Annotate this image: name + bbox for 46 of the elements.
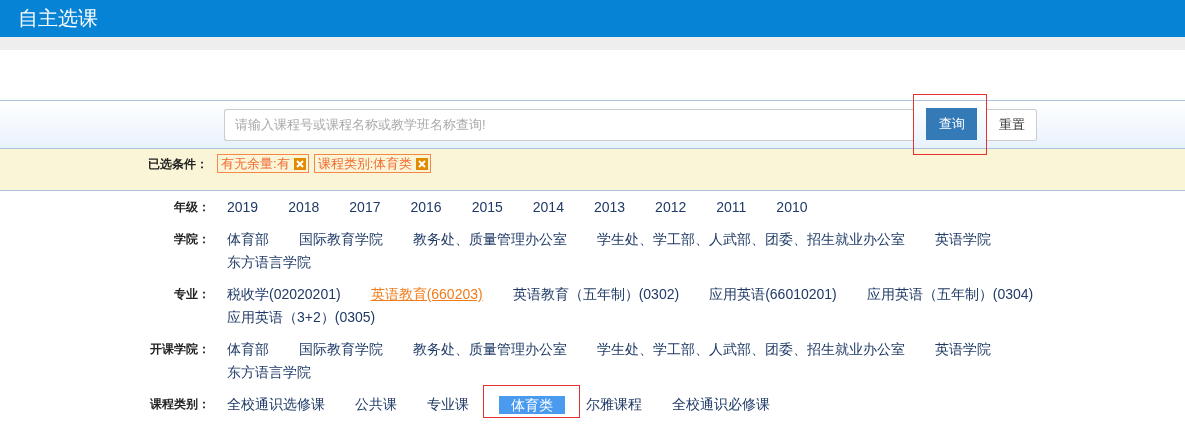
filter-option[interactable]: 2012 xyxy=(655,196,687,219)
filter-option[interactable]: 全校通识必修课 xyxy=(672,393,770,416)
filter-label: 专业： xyxy=(173,286,210,303)
filter-option[interactable]: 应用英语（五年制）(0304) xyxy=(866,283,1034,306)
close-icon[interactable] xyxy=(416,157,429,170)
filter-option[interactable]: 2016 xyxy=(410,196,442,219)
filter-option[interactable]: 教务处、质量管理办公室 xyxy=(413,338,567,361)
filter-option[interactable]: 2019 xyxy=(227,196,259,219)
search-button[interactable]: 查询 xyxy=(926,108,977,140)
filter-option[interactable]: 英语学院 xyxy=(935,338,991,361)
filter-option[interactable]: 税收学(02020201) xyxy=(227,283,341,306)
filter-option[interactable]: 应用英语（3+2）(0305) xyxy=(227,306,376,329)
filter-option[interactable]: 体育部 xyxy=(227,228,269,251)
filter-option[interactable]: 英语学院 xyxy=(935,228,991,251)
filter-option[interactable]: 2017 xyxy=(349,196,381,219)
filter-option[interactable]: 教务处、质量管理办公室 xyxy=(413,228,567,251)
filter-option[interactable]: 2013 xyxy=(593,196,626,219)
filter-option[interactable]: 2011 xyxy=(716,196,747,219)
search-field[interactable]: 请输入课程号或课程名称或教学班名称查询! xyxy=(224,108,913,141)
filter-label: 年级： xyxy=(173,199,210,216)
filter-label: 开课学院： xyxy=(149,341,210,358)
filter-option[interactable]: 公共课 xyxy=(355,393,397,416)
filter-option[interactable]: 2010 xyxy=(776,196,808,219)
filter-option[interactable]: 尔雅课程 xyxy=(586,393,642,416)
chip-label: 课程类别:体育类 xyxy=(317,154,413,173)
filter-option[interactable]: 东方语言学院 xyxy=(227,251,311,274)
filter-label: 学院： xyxy=(173,231,210,248)
filter-option[interactable]: 2015 xyxy=(471,196,503,219)
filter-option[interactable]: 学生处、学工部、人武部、团委、招生就业办公室 xyxy=(597,338,905,361)
filter-option[interactable]: 体育部 xyxy=(227,338,269,361)
reset-button[interactable]: 重置 xyxy=(987,108,1037,141)
filter-option[interactable]: 国际教育学院 xyxy=(299,228,383,251)
filter-label: 已选条件： xyxy=(148,156,209,173)
filter-option[interactable]: 应用英语(66010201) xyxy=(709,283,837,306)
filter-label: 课程类别： xyxy=(149,396,210,413)
filter-option[interactable]: 2018 xyxy=(288,196,320,219)
filter-option[interactable]: 学生处、学工部、人武部、团委、招生就业办公室 xyxy=(597,228,905,251)
filter-option[interactable]: 英语教育（五年制）(0302) xyxy=(512,283,680,306)
page-title: 自主选课 xyxy=(18,6,98,31)
close-icon[interactable] xyxy=(293,157,306,170)
filter-option[interactable]: 东方语言学院 xyxy=(227,361,311,384)
filter-option[interactable]: 国际教育学院 xyxy=(299,338,383,361)
filter-option[interactable]: 全校通识选修课 xyxy=(227,393,325,416)
filter-option[interactable]: 2014 xyxy=(532,196,564,219)
chip-label: 有无余量:有 xyxy=(221,154,290,173)
filter-option[interactable]: 专业课 xyxy=(427,393,469,416)
